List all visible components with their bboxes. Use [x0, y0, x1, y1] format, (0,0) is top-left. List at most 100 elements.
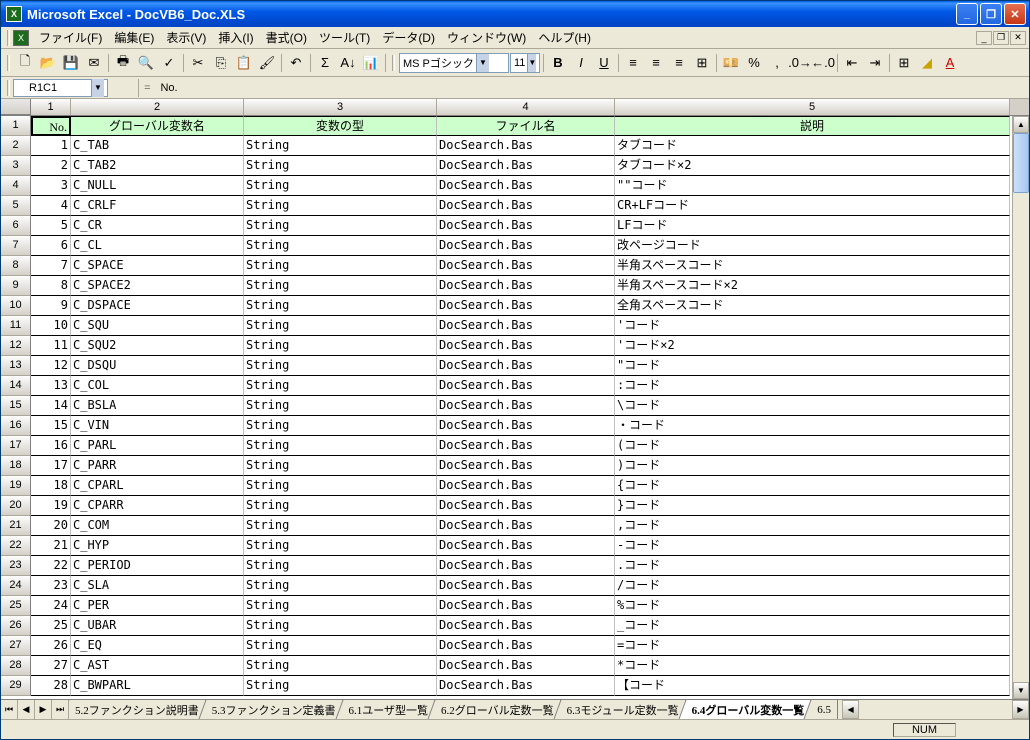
cell-desc[interactable]: %コード: [615, 596, 1010, 616]
cell-type[interactable]: String: [244, 216, 437, 236]
cell-desc[interactable]: _コード: [615, 616, 1010, 636]
header-cell[interactable]: 変数の型: [244, 116, 437, 136]
column-header[interactable]: 2: [71, 99, 244, 115]
row-header[interactable]: 29: [1, 676, 31, 696]
row-header[interactable]: 5: [1, 196, 31, 216]
cell-file[interactable]: DocSearch.Bas: [437, 396, 615, 416]
scroll-up-button[interactable]: ▲: [1013, 116, 1029, 133]
cell-file[interactable]: DocSearch.Bas: [437, 656, 615, 676]
grid-body[interactable]: 1No.グローバル変数名変数の型ファイル名説明21C_TABStringDocS…: [1, 116, 1029, 699]
cell-name[interactable]: C_CR: [71, 216, 244, 236]
row-header[interactable]: 22: [1, 536, 31, 556]
row-header[interactable]: 13: [1, 356, 31, 376]
row-header[interactable]: 24: [1, 576, 31, 596]
row-header[interactable]: 28: [1, 656, 31, 676]
cell-desc[interactable]: /コード: [615, 576, 1010, 596]
cell-name[interactable]: C_COM: [71, 516, 244, 536]
cell-no[interactable]: 4: [31, 196, 71, 216]
mdi-restore-button[interactable]: ❐: [993, 31, 1009, 45]
cell-type[interactable]: String: [244, 356, 437, 376]
cell-desc[interactable]: 半角スペースコード×2: [615, 276, 1010, 296]
sheet-tab[interactable]: 5.2ファンクション説明書: [69, 700, 206, 719]
cell-desc[interactable]: 半角スペースコード: [615, 256, 1010, 276]
cell-file[interactable]: DocSearch.Bas: [437, 676, 615, 696]
cell-no[interactable]: 23: [31, 576, 71, 596]
cell-type[interactable]: String: [244, 136, 437, 156]
cell-desc[interactable]: .コード: [615, 556, 1010, 576]
cell-no[interactable]: 6: [31, 236, 71, 256]
cell-file[interactable]: DocSearch.Bas: [437, 456, 615, 476]
cell-no[interactable]: 19: [31, 496, 71, 516]
cell-desc[interactable]: *コード: [615, 656, 1010, 676]
currency-button[interactable]: 💴: [720, 52, 742, 74]
header-cell[interactable]: グローバル変数名: [71, 116, 244, 136]
cell-desc[interactable]: ""コード: [615, 176, 1010, 196]
cell-no[interactable]: 13: [31, 376, 71, 396]
cell-desc[interactable]: 全角スペースコード: [615, 296, 1010, 316]
tab-last-button[interactable]: ⏭: [52, 700, 69, 719]
menu-0[interactable]: ファイル(F): [33, 27, 108, 48]
cell-name[interactable]: C_BWPARL: [71, 676, 244, 696]
email-button[interactable]: ✉: [83, 52, 105, 74]
cell-type[interactable]: String: [244, 396, 437, 416]
cell-file[interactable]: DocSearch.Bas: [437, 316, 615, 336]
cell-desc[interactable]: :コード: [615, 376, 1010, 396]
cell-type[interactable]: String: [244, 636, 437, 656]
cell-type[interactable]: String: [244, 556, 437, 576]
row-header[interactable]: 10: [1, 296, 31, 316]
cell-type[interactable]: String: [244, 456, 437, 476]
cell-name[interactable]: C_PERIOD: [71, 556, 244, 576]
cell-desc[interactable]: {コード: [615, 476, 1010, 496]
name-box[interactable]: R1C1▼: [13, 79, 108, 97]
scroll-left-button[interactable]: ◀: [842, 700, 859, 719]
menu-3[interactable]: 挿入(I): [212, 27, 259, 48]
cell-file[interactable]: DocSearch.Bas: [437, 616, 615, 636]
copy-button[interactable]: ⎘: [210, 52, 232, 74]
toolbar-handle[interactable]: [7, 55, 10, 71]
cell-name[interactable]: C_CRLF: [71, 196, 244, 216]
titlebar[interactable]: X Microsoft Excel - DocVB6_Doc.XLS _ ❐ ✕: [1, 1, 1029, 27]
cell-desc[interactable]: "コード: [615, 356, 1010, 376]
cell-no[interactable]: 10: [31, 316, 71, 336]
cell-no[interactable]: 1: [31, 136, 71, 156]
cell-type[interactable]: String: [244, 296, 437, 316]
scroll-thumb[interactable]: [1013, 133, 1029, 193]
cell-name[interactable]: C_EQ: [71, 636, 244, 656]
row-header[interactable]: 19: [1, 476, 31, 496]
paste-button[interactable]: 📋: [233, 52, 255, 74]
cell-file[interactable]: DocSearch.Bas: [437, 576, 615, 596]
row-header[interactable]: 14: [1, 376, 31, 396]
cell-name[interactable]: C_TAB2: [71, 156, 244, 176]
column-header[interactable]: 5: [615, 99, 1010, 115]
cell-type[interactable]: String: [244, 256, 437, 276]
column-header[interactable]: 4: [437, 99, 615, 115]
decrease-indent-button[interactable]: ⇤: [841, 52, 863, 74]
minimize-button[interactable]: _: [956, 3, 978, 25]
format-painter-button[interactable]: 🖌: [256, 52, 278, 74]
cell-no[interactable]: 2: [31, 156, 71, 176]
mdi-minimize-button[interactable]: _: [976, 31, 992, 45]
sheet-tab[interactable]: 6.2グローバル定数一覧: [435, 700, 561, 719]
row-header[interactable]: 1: [1, 116, 31, 136]
cell-type[interactable]: String: [244, 576, 437, 596]
cell-file[interactable]: DocSearch.Bas: [437, 536, 615, 556]
cell-name[interactable]: C_VIN: [71, 416, 244, 436]
cell-no[interactable]: 7: [31, 256, 71, 276]
cell-desc[interactable]: タブコード: [615, 136, 1010, 156]
cell-type[interactable]: String: [244, 236, 437, 256]
menu-5[interactable]: ツール(T): [313, 27, 376, 48]
cell-type[interactable]: String: [244, 156, 437, 176]
cell-name[interactable]: C_UBAR: [71, 616, 244, 636]
cell-no[interactable]: 11: [31, 336, 71, 356]
cell-type[interactable]: String: [244, 336, 437, 356]
sheet-tab[interactable]: 6.5: [811, 700, 838, 719]
menu-7[interactable]: ウィンドウ(W): [441, 27, 532, 48]
cell-name[interactable]: C_DSPACE: [71, 296, 244, 316]
horizontal-scrollbar[interactable]: ◀ ▶: [842, 700, 1029, 719]
cell-desc[interactable]: 'コード: [615, 316, 1010, 336]
row-header[interactable]: 8: [1, 256, 31, 276]
cell-no[interactable]: 18: [31, 476, 71, 496]
close-button[interactable]: ✕: [1004, 3, 1026, 25]
cell-name[interactable]: C_SPACE2: [71, 276, 244, 296]
column-header[interactable]: 1: [31, 99, 71, 115]
